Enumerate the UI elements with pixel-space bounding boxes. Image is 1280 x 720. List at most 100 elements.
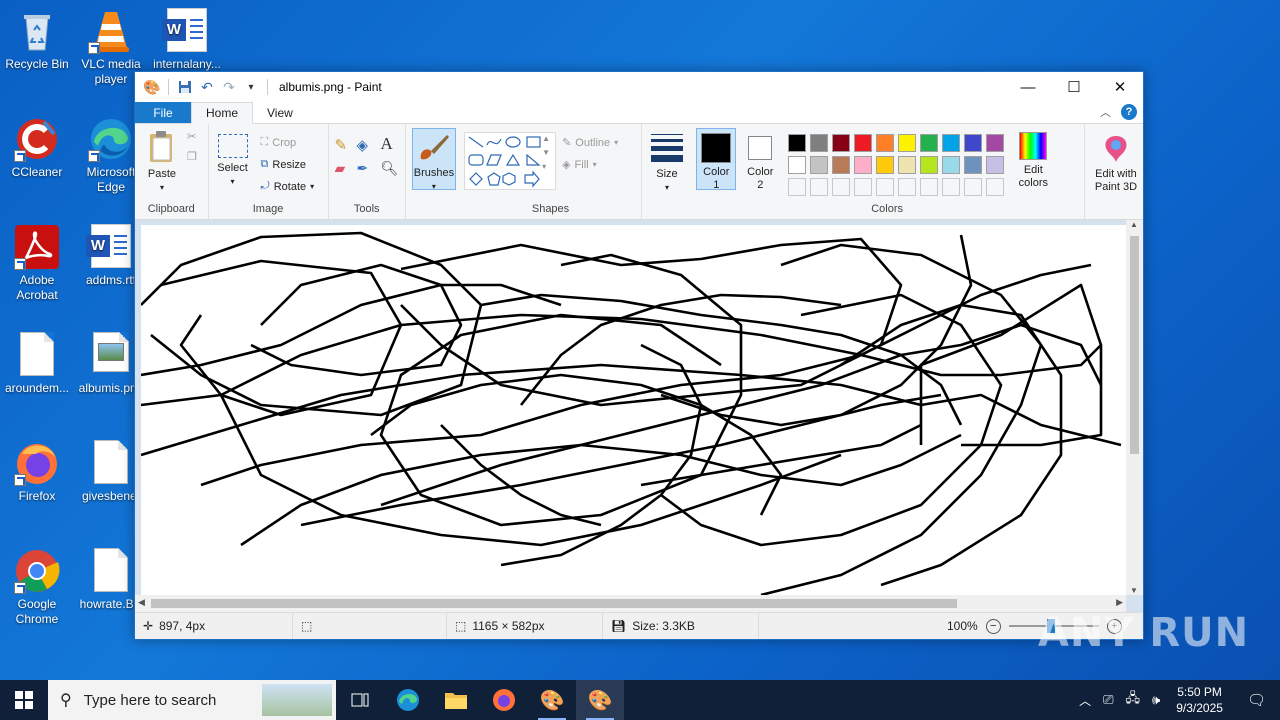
paste-button[interactable]: Paste ▾ [143,130,181,194]
collapse-ribbon-icon[interactable]: ︿ [1100,104,1111,120]
palette-color-swatch[interactable] [898,134,917,152]
taskbar-paint-active-icon[interactable]: 🎨 [576,680,624,720]
custom-color-slot[interactable] [898,178,917,196]
custom-color-slot[interactable] [942,178,961,196]
minimize-button[interactable]: — [1005,72,1051,102]
rotate-button[interactable]: ⤾ Rotate ▾ [261,180,315,193]
volume-icon[interactable]: 🕪︎ [1146,692,1166,708]
customize-toolbar-icon[interactable]: ▾ [242,78,260,96]
vertical-scrollbar[interactable]: ▲ ▼ [1126,220,1143,595]
copy-icon[interactable]: ❐ [187,150,197,163]
network-device-icon[interactable]: ⎚ [1097,692,1119,708]
palette-color-swatch[interactable] [876,134,895,152]
palette-color-swatch[interactable] [876,156,895,174]
notifications-icon[interactable]: 🗨︎ [1233,691,1280,709]
eraser-icon[interactable]: ▰ [335,160,346,177]
cut-icon[interactable]: ✂ [187,130,196,143]
palette-color-swatch[interactable] [810,134,829,152]
palette-color-swatch[interactable] [920,134,939,152]
shortcut-arrow-icon [14,474,26,486]
palette-color-swatch[interactable] [942,156,961,174]
undo-icon[interactable]: ↶ [198,78,216,96]
paint-app-icon[interactable]: 🎨 [143,78,161,96]
scroll-up-icon[interactable]: ▲ [1130,220,1138,229]
task-view-icon[interactable] [336,680,384,720]
palette-color-swatch[interactable] [854,156,873,174]
scroll-right-icon[interactable]: ▶ [1116,597,1123,608]
zoom-out-icon[interactable]: − [985,618,1001,634]
network-icon[interactable]: 🖧︎ [1120,689,1147,711]
gallery-scroll-icon[interactable]: ▲ ▼ ▾ [542,132,550,174]
desktop-icon-ccleaner[interactable]: CCleaner [0,116,74,180]
custom-color-slot[interactable] [920,178,939,196]
taskbar-edge-icon[interactable] [384,680,432,720]
resize-button[interactable]: ⧉ Resize [261,158,306,171]
palette-color-swatch[interactable] [810,156,829,174]
custom-color-slot[interactable] [788,178,807,196]
edit-with-paint3d-button[interactable]: Edit with Paint 3D [1089,134,1143,194]
size-button[interactable]: Size ▾ [648,134,686,194]
palette-color-swatch[interactable] [942,134,961,152]
maximize-button[interactable]: ☐ [1051,72,1097,102]
custom-color-slot[interactable] [810,178,829,196]
text-tool-icon[interactable]: A [381,134,393,154]
custom-color-slot[interactable] [854,178,873,196]
tab-home[interactable]: Home [191,102,254,124]
palette-color-swatch[interactable] [788,134,807,152]
taskbar-search-box[interactable]: ⚲ Type here to search [48,680,336,720]
desktop-icon-internalany[interactable]: W internalany... [150,8,224,72]
desktop-icon-acrobat[interactable]: Adobe Acrobat [0,224,74,303]
horizontal-scroll-thumb[interactable] [151,599,957,608]
palette-color-swatch[interactable] [964,156,983,174]
desktop-icon-aroundem[interactable]: aroundem... [0,332,74,396]
group-label: Tools [353,203,380,215]
fill-button[interactable]: ◈ Fill ▾ [562,158,597,172]
palette-color-swatch[interactable] [964,134,983,152]
scroll-down-icon[interactable]: ▼ [1130,586,1138,595]
redo-icon[interactable]: ↷ [220,78,238,96]
desktop-icon-recycle-bin[interactable]: Recycle Bin [0,8,74,72]
drawing-canvas[interactable] [141,225,1126,595]
color1-swatch [701,133,732,163]
tab-file[interactable]: File [135,102,191,123]
magnifier-icon[interactable]: 🔍︎ [381,160,399,177]
show-hidden-icons-icon[interactable]: ︿ [1073,692,1097,709]
palette-color-swatch[interactable] [832,156,851,174]
custom-color-slot[interactable] [832,178,851,196]
brushes-button[interactable]: Brushes ▾ [411,128,456,191]
color-picker-icon[interactable]: ✒ [357,160,369,177]
select-button[interactable]: Select ▾ [215,134,251,188]
palette-color-swatch[interactable] [854,134,873,152]
edit-colors-button[interactable]: Edit colors [1012,132,1054,190]
crop-button[interactable]: ⛶ Crop [261,136,297,149]
tab-view[interactable]: View [253,102,307,123]
color2-button[interactable]: Color 2 [740,128,780,191]
save-icon[interactable] [176,78,194,96]
scroll-left-icon[interactable]: ◀ [138,597,145,608]
taskbar-paint-icon[interactable]: 🎨 [528,680,576,720]
palette-color-swatch[interactable] [986,156,1005,174]
palette-color-swatch[interactable] [920,156,939,174]
taskbar-file-explorer-icon[interactable] [432,680,480,720]
clock[interactable]: 5:50 PM 9/3/2025 [1166,684,1233,716]
close-button[interactable]: ✕ [1097,72,1143,102]
palette-color-swatch[interactable] [986,134,1005,152]
taskbar-firefox-icon[interactable] [480,680,528,720]
resize-icon: ⧉ [260,158,269,170]
palette-color-swatch[interactable] [898,156,917,174]
palette-color-swatch[interactable] [788,156,807,174]
custom-color-slot[interactable] [986,178,1005,196]
start-button[interactable] [0,680,48,720]
custom-color-slot[interactable] [964,178,983,196]
fill-bucket-icon[interactable]: ◈ [357,136,369,154]
help-icon[interactable]: ? [1121,104,1137,120]
pencil-icon[interactable]: ✎ [335,136,348,154]
vertical-scroll-thumb[interactable] [1130,236,1139,454]
outline-button[interactable]: ✎ Outline ▾ [562,136,618,150]
custom-color-slot[interactable] [876,178,895,196]
horizontal-scrollbar[interactable]: ◀ ▶ [135,595,1126,612]
color1-button[interactable]: Color 1 [696,128,737,191]
desktop-icon-firefox[interactable]: Firefox [0,440,74,504]
palette-color-swatch[interactable] [832,134,851,152]
desktop-icon-chrome[interactable]: Google Chrome [0,548,74,627]
